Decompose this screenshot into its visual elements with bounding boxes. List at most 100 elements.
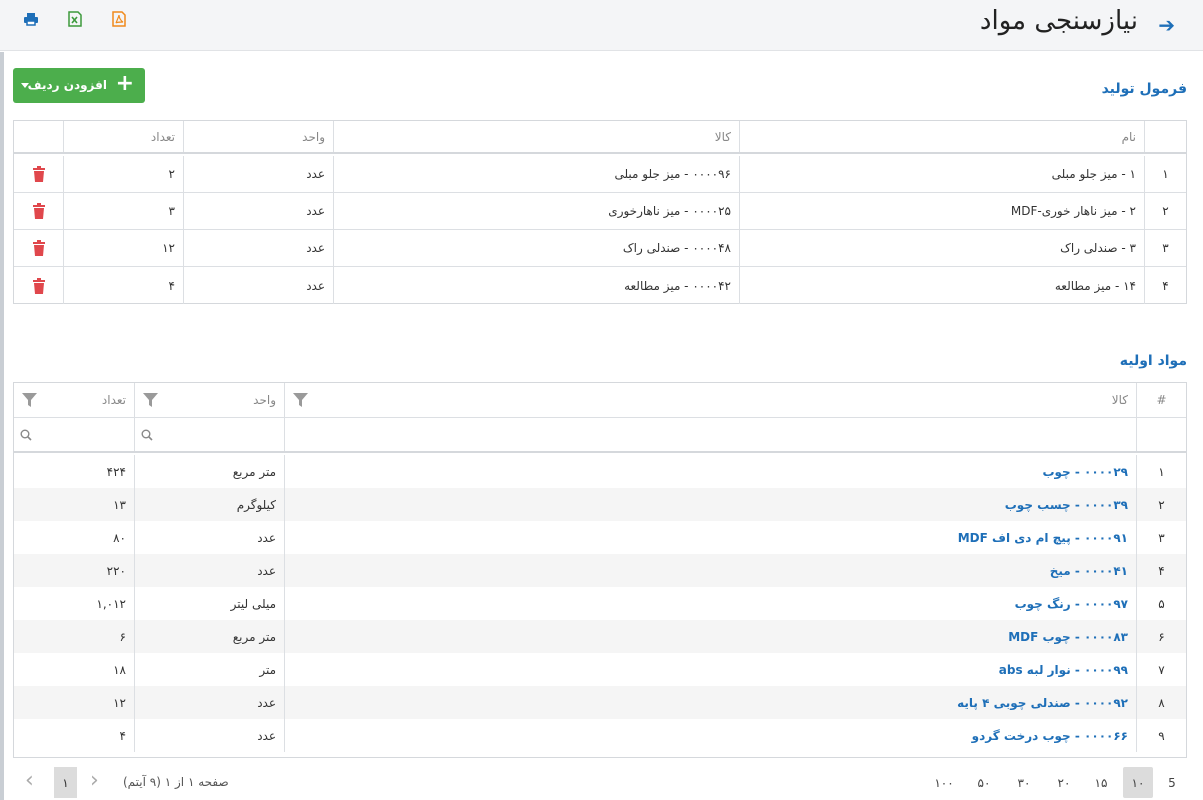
row-kala-link[interactable]: ۰۰۰۰۸۳ - چوب MDF bbox=[284, 620, 1136, 653]
row-name[interactable]: ۳ - صندلی راک bbox=[739, 230, 1144, 266]
row-unit[interactable]: عدد bbox=[183, 267, 333, 304]
page-size-option[interactable]: ۱۵ bbox=[1086, 767, 1116, 798]
row-unit: متر bbox=[134, 653, 284, 686]
page-size-option[interactable]: ۲۰ bbox=[1049, 767, 1079, 798]
page-size-option[interactable]: ۵۰ bbox=[969, 767, 999, 798]
row-name[interactable]: ۲ - میز ناهار خوری-MDF bbox=[739, 193, 1144, 229]
filter-icon[interactable] bbox=[293, 393, 308, 407]
table-row[interactable]: ۱ ۱ - میز جلو مبلی ۰۰۰۰۹۶ - میز جلو مبلی… bbox=[14, 156, 1186, 193]
left-edge-bar bbox=[0, 52, 4, 800]
header-actions bbox=[14, 121, 63, 152]
row-index: ۹ bbox=[1136, 719, 1186, 752]
row-kala[interactable]: ۰۰۰۰۴۲ - میز مطالعه bbox=[333, 267, 739, 304]
row-kala-link[interactable]: ۰۰۰۰۶۶ - چوب درخت گردو bbox=[284, 719, 1136, 752]
table-row[interactable]: ۸ ۰۰۰۰۹۲ - صندلی چوبی ۴ پایه عدد ۱۲ bbox=[14, 686, 1186, 719]
row-qty[interactable]: ۲ bbox=[63, 156, 183, 192]
row-qty: ۱۳ bbox=[113, 497, 126, 512]
filter-qty-cell[interactable] bbox=[14, 418, 134, 451]
row-kala-link[interactable]: ۰۰۰۰۳۹ - چسب چوب bbox=[284, 488, 1136, 521]
trash-icon[interactable] bbox=[32, 203, 46, 219]
filter-unit-cell[interactable] bbox=[134, 418, 284, 451]
row-delete bbox=[14, 193, 63, 229]
row-kala-link[interactable]: ۰۰۰۰۲۹ - چوب bbox=[284, 455, 1136, 488]
qty-filter-input[interactable] bbox=[14, 418, 134, 451]
header-qty[interactable]: تعداد bbox=[14, 383, 134, 417]
row-qty: ۱,۰۱۲ bbox=[96, 596, 126, 611]
row-index: ۲ bbox=[1144, 193, 1186, 229]
row-unit[interactable]: عدد bbox=[183, 230, 333, 266]
row-kala-link[interactable]: ۰۰۰۰۹۹ - نوار لبه abs bbox=[284, 653, 1136, 686]
row-delete bbox=[14, 230, 63, 266]
page-size-option[interactable]: ۱۰۰ bbox=[929, 767, 959, 798]
header-kala[interactable]: کالا bbox=[333, 121, 739, 152]
row-name[interactable]: ۱ - میز جلو مبلی bbox=[739, 156, 1144, 192]
row-kala-link[interactable]: ۰۰۰۰۹۱ - پیچ ام دی اف MDF bbox=[284, 521, 1136, 554]
filter-index-cell bbox=[1136, 418, 1186, 451]
table-row[interactable]: ۱ ۰۰۰۰۲۹ - چوب متر مربع ۴۲۴ bbox=[14, 455, 1186, 488]
table-row[interactable]: ۹ ۰۰۰۰۶۶ - چوب درخت گردو عدد ۴ bbox=[14, 719, 1186, 752]
table-row[interactable]: ۴ ۰۰۰۰۴۱ - میخ عدد ۲۲۰ bbox=[14, 554, 1186, 587]
header-name[interactable]: نام bbox=[739, 121, 1144, 152]
row-qty: ۸۰ bbox=[113, 530, 126, 545]
page-size-option[interactable]: 5 bbox=[1157, 767, 1187, 798]
filter-icon[interactable] bbox=[22, 393, 37, 407]
table-row[interactable]: ۲ ۰۰۰۰۳۹ - چسب چوب کیلوگرم ۱۳ bbox=[14, 488, 1186, 521]
row-unit[interactable]: عدد bbox=[183, 193, 333, 229]
add-row-label: افزودن ردیف bbox=[27, 78, 107, 92]
row-kala-link[interactable]: ۰۰۰۰۹۲ - صندلی چوبی ۴ پایه bbox=[284, 686, 1136, 719]
search-icon bbox=[141, 429, 153, 441]
table-row[interactable]: ۳ ۰۰۰۰۹۱ - پیچ ام دی اف MDF عدد ۸۰ bbox=[14, 521, 1186, 554]
filter-icon[interactable] bbox=[143, 393, 158, 407]
header-qty[interactable]: تعداد bbox=[63, 121, 183, 152]
print-icon[interactable] bbox=[22, 10, 40, 28]
row-index: ۱ bbox=[1136, 455, 1186, 488]
caret-down-icon[interactable] bbox=[21, 83, 29, 88]
chevron-left-icon[interactable]: ‹ bbox=[25, 770, 34, 792]
excel-icon[interactable] bbox=[66, 10, 84, 28]
row-qty[interactable]: ۳ bbox=[63, 193, 183, 229]
trash-icon[interactable] bbox=[32, 240, 46, 256]
page-size-option[interactable]: ۳۰ bbox=[1009, 767, 1039, 798]
chevron-right-icon[interactable]: › bbox=[90, 770, 99, 792]
header-unit[interactable]: واحد bbox=[183, 121, 333, 152]
formula-table-header: نام کالا واحد تعداد bbox=[14, 121, 1186, 154]
table-row[interactable]: ۶ ۰۰۰۰۸۳ - چوب MDF متر مربع ۶ bbox=[14, 620, 1186, 653]
table-row[interactable]: ۷ ۰۰۰۰۹۹ - نوار لبه abs متر ۱۸ bbox=[14, 653, 1186, 686]
table-row[interactable]: ۵ ۰۰۰۰۹۷ - رنگ چوب میلی لیتر ۱,۰۱۲ bbox=[14, 587, 1186, 620]
row-unit: متر مربع bbox=[134, 620, 284, 653]
arrow-right-icon[interactable]: ➔ bbox=[1158, 13, 1175, 37]
row-kala[interactable]: ۰۰۰۰۹۶ - میز جلو مبلی bbox=[333, 156, 739, 192]
page-number-button[interactable]: ۱ bbox=[54, 767, 77, 798]
header-index: # bbox=[1136, 383, 1186, 417]
kala-filter-input[interactable] bbox=[285, 418, 1136, 451]
table-row[interactable]: ۴ ۱۴ - میز مطالعه ۰۰۰۰۴۲ - میز مطالعه عد… bbox=[14, 267, 1186, 304]
header-kala[interactable]: کالا bbox=[284, 383, 1136, 417]
row-kala-link[interactable]: ۰۰۰۰۹۷ - رنگ چوب bbox=[284, 587, 1136, 620]
page-size-option[interactable]: ۱۰ bbox=[1123, 767, 1153, 798]
row-unit[interactable]: عدد bbox=[183, 156, 333, 192]
trash-icon[interactable] bbox=[32, 166, 46, 182]
row-index: ۲ bbox=[1136, 488, 1186, 521]
table-row[interactable]: ۳ ۳ - صندلی راک ۰۰۰۰۴۸ - صندلی راک عدد ۱… bbox=[14, 230, 1186, 267]
row-qty: ۶ bbox=[119, 629, 126, 644]
row-kala-link[interactable]: ۰۰۰۰۴۱ - میخ bbox=[284, 554, 1136, 587]
row-kala[interactable]: ۰۰۰۰۲۵ - میز ناهارخوری bbox=[333, 193, 739, 229]
unit-filter-input[interactable] bbox=[135, 418, 284, 451]
trash-icon[interactable] bbox=[32, 277, 46, 294]
header-qty-label: تعداد bbox=[101, 393, 126, 407]
add-row-button[interactable]: + افزودن ردیف bbox=[13, 68, 145, 103]
row-qty: ۱۸ bbox=[113, 662, 126, 677]
row-index: ۴ bbox=[1144, 267, 1186, 304]
row-name[interactable]: ۱۴ - میز مطالعه bbox=[739, 267, 1144, 304]
pdf-icon[interactable] bbox=[110, 10, 128, 28]
row-kala[interactable]: ۰۰۰۰۴۸ - صندلی راک bbox=[333, 230, 739, 266]
row-unit: عدد bbox=[134, 686, 284, 719]
materials-table-header: # کالا واحد تعداد bbox=[14, 383, 1186, 418]
header-unit-label: واحد bbox=[253, 393, 276, 407]
filter-kala-cell[interactable] bbox=[284, 418, 1136, 451]
row-qty[interactable]: ۴ bbox=[63, 267, 183, 304]
row-unit: متر مربع bbox=[134, 455, 284, 488]
table-row[interactable]: ۲ ۲ - میز ناهار خوری-MDF ۰۰۰۰۲۵ - میز نا… bbox=[14, 193, 1186, 230]
row-qty[interactable]: ۱۲ bbox=[63, 230, 183, 266]
header-unit[interactable]: واحد bbox=[134, 383, 284, 417]
